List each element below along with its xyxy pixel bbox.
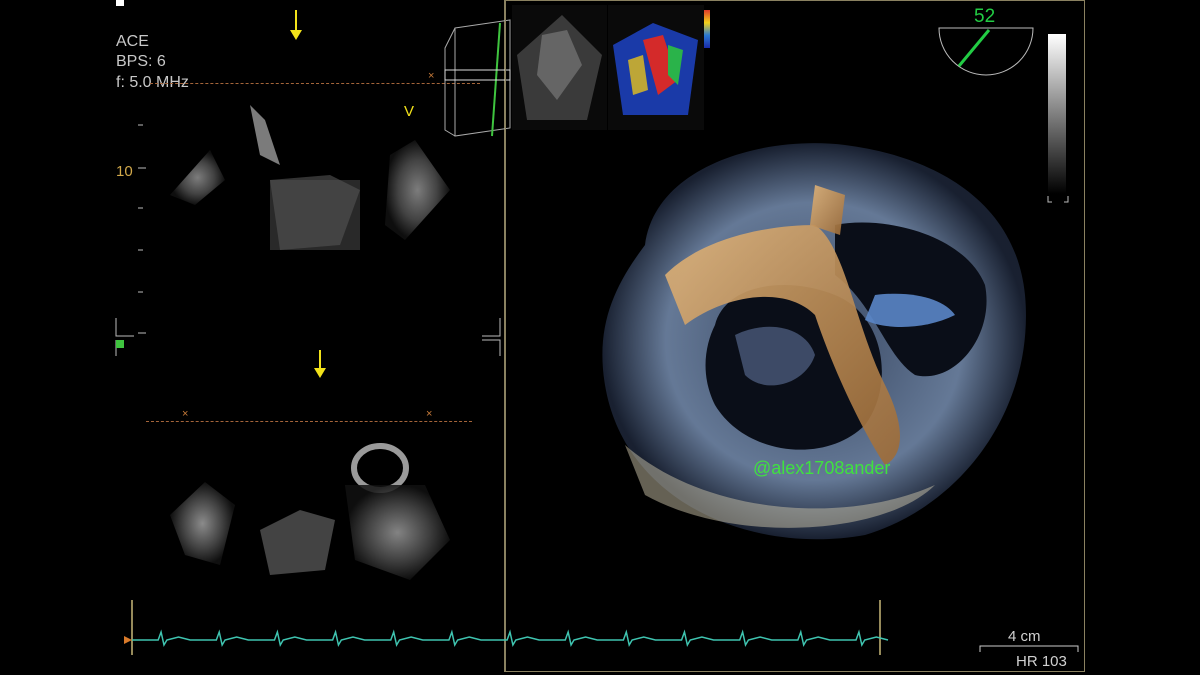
watermark: @alex1708ander: [753, 458, 891, 478]
reference-line-upper: [150, 83, 480, 84]
angle-indicator: [938, 27, 1034, 76]
depth-label: 10: [116, 163, 133, 180]
lower-view-marker: [116, 340, 124, 348]
orientation-cube-icon: [444, 19, 511, 137]
3d-valve-rendering: [602, 143, 1026, 540]
down-arrow-icon: [290, 10, 302, 40]
reference-x-mark: ×: [428, 70, 435, 82]
reference-x-mark: ×: [182, 408, 189, 420]
depth-ruler: [138, 124, 146, 334]
biplane-panel: ACE BPS: 6 f: 5.0 MHz × V 10 × ×: [0, 0, 505, 675]
preset-label: ACE: [116, 33, 149, 50]
ecg-trace: [124, 600, 889, 655]
scale-label: 4 cm: [1008, 628, 1041, 645]
top-left-marker: [116, 0, 124, 6]
grayscale-bar-bracket: [1047, 196, 1069, 203]
grayscale-bar: [1048, 34, 1066, 194]
frame-corners: [115, 318, 501, 356]
angle-value: 52: [974, 6, 996, 27]
reference-x-mark: ×: [426, 408, 433, 420]
upper-echo-image: [170, 105, 450, 250]
lower-echo-image: [170, 443, 450, 580]
reference-line-lower: [146, 421, 472, 422]
bps-label: BPS: 6: [116, 53, 166, 70]
heart-rate: HR 103: [1016, 653, 1067, 670]
